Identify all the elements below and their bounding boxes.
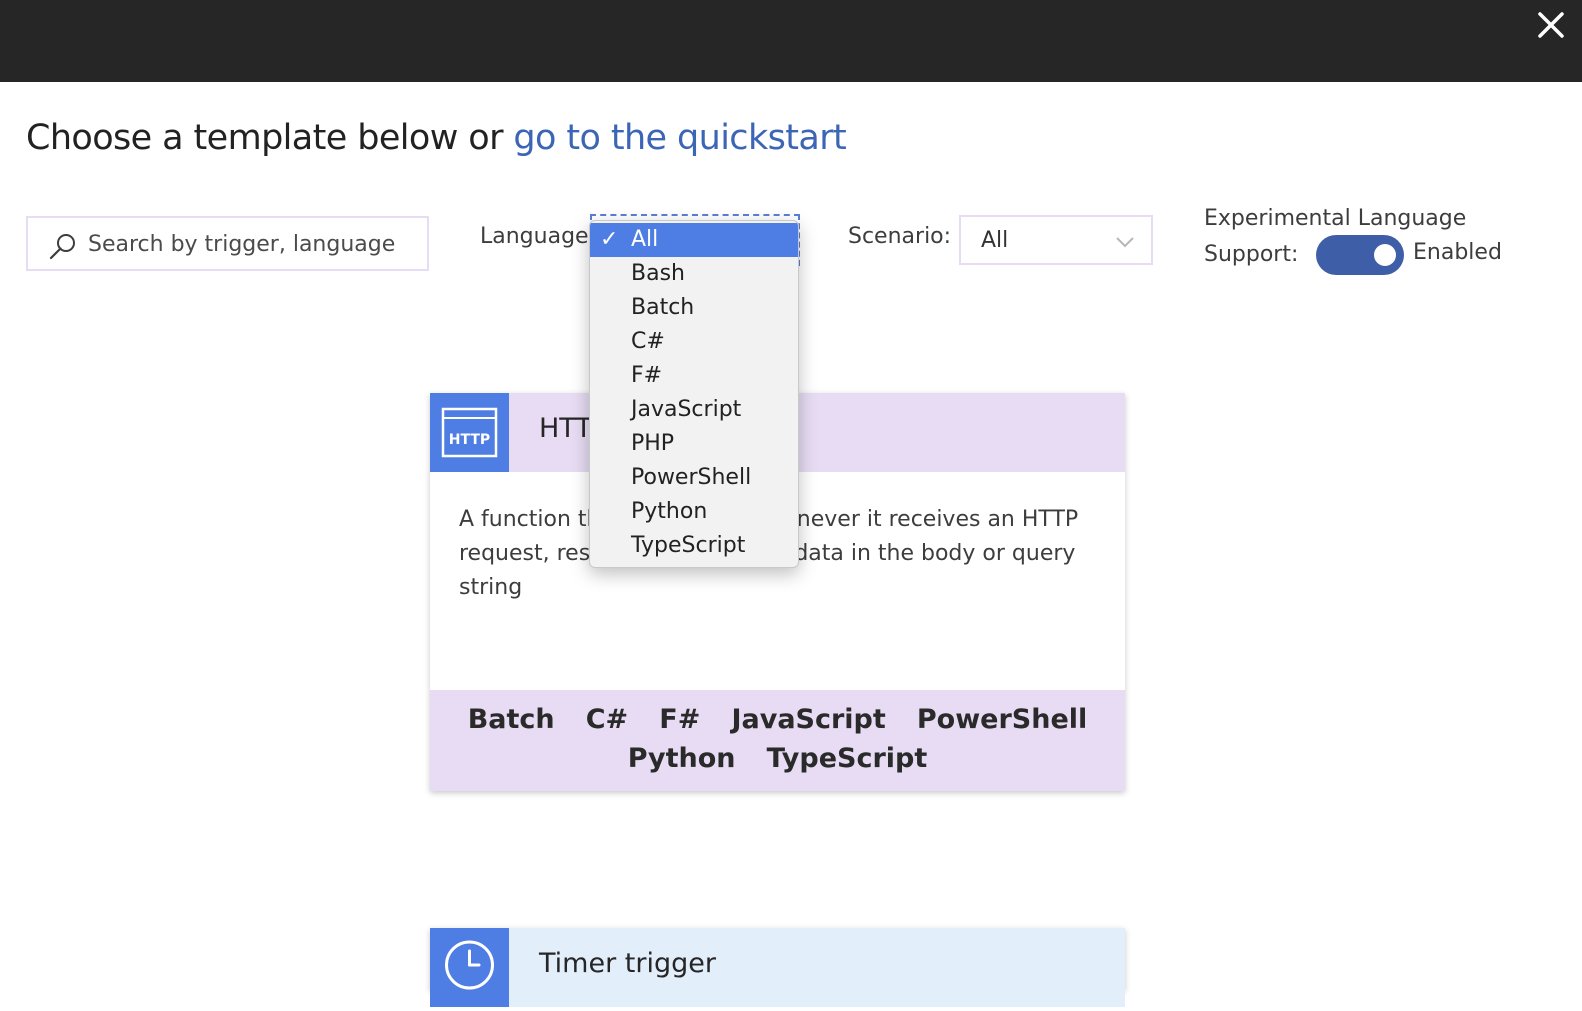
clock-icon bbox=[445, 940, 494, 990]
scenario-value: All bbox=[981, 228, 1009, 253]
quickstart-link[interactable]: go to the quickstart bbox=[513, 118, 846, 158]
search-box[interactable] bbox=[26, 216, 429, 271]
close-button[interactable] bbox=[1534, 8, 1568, 42]
scenario-select[interactable]: All bbox=[959, 215, 1153, 265]
chevron-down-icon bbox=[1116, 237, 1134, 248]
language-option-python[interactable]: Python bbox=[590, 495, 798, 529]
experimental-toggle[interactable] bbox=[1316, 235, 1404, 275]
http-icon-text: HTTP bbox=[449, 432, 490, 448]
language-option-powershell[interactable]: PowerShell bbox=[590, 461, 798, 495]
search-input[interactable] bbox=[88, 226, 400, 262]
language-option-fsharp[interactable]: F# bbox=[590, 359, 798, 393]
language-tag: JavaScript bbox=[731, 704, 886, 735]
language-option-batch[interactable]: Batch bbox=[590, 291, 798, 325]
scenario-label: Scenario: bbox=[848, 224, 952, 249]
language-tag: Python bbox=[627, 743, 736, 774]
template-card-timer[interactable]: Timer trigger bbox=[430, 928, 1125, 1007]
language-option-all[interactable]: ✓ All bbox=[590, 223, 798, 257]
language-tag: Batch bbox=[467, 704, 555, 735]
card-header: Timer trigger bbox=[430, 928, 1125, 1007]
top-bar bbox=[0, 0, 1582, 82]
language-option-php[interactable]: PHP bbox=[590, 427, 798, 461]
page-title: Choose a template below or go to the qui… bbox=[26, 118, 847, 158]
language-tag: C# bbox=[585, 704, 629, 735]
toggle-knob bbox=[1374, 244, 1396, 266]
language-option-typescript[interactable]: TypeScript bbox=[590, 529, 798, 563]
http-icon: HTTP bbox=[441, 407, 498, 458]
language-tag: PowerShell bbox=[916, 704, 1088, 735]
language-option-javascript[interactable]: JavaScript bbox=[590, 393, 798, 427]
card-language-tags: Batch C# F# JavaScript PowerShell Python… bbox=[430, 690, 1125, 791]
language-dropdown[interactable]: ✓ All Bash Batch C# F# JavaScript PHP Po… bbox=[589, 220, 799, 568]
language-tag: F# bbox=[659, 704, 701, 735]
card-title: Timer trigger bbox=[539, 948, 716, 979]
card-icon-tile: HTTP bbox=[430, 393, 509, 472]
checkmark-icon: ✓ bbox=[600, 227, 619, 252]
close-icon bbox=[1538, 12, 1564, 38]
page-title-text: Choose a template below or bbox=[26, 118, 514, 158]
language-option-bash[interactable]: Bash bbox=[590, 257, 798, 291]
search-icon bbox=[49, 234, 75, 260]
language-label: Language: bbox=[480, 224, 596, 249]
language-option-csharp[interactable]: C# bbox=[590, 325, 798, 359]
card-icon-tile bbox=[430, 928, 509, 1007]
language-tag: TypeScript bbox=[766, 743, 928, 774]
experimental-status: Enabled bbox=[1413, 240, 1502, 265]
option-label: All bbox=[631, 227, 659, 252]
